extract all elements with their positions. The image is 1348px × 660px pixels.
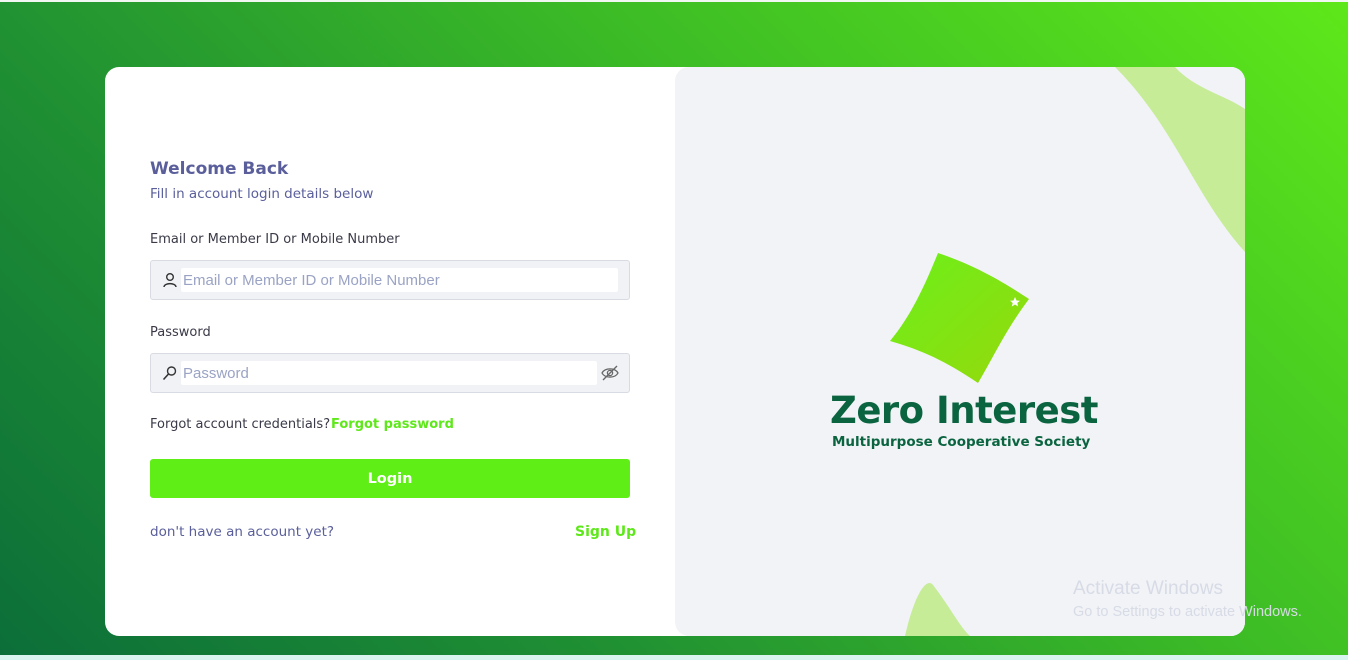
forgot-password-link[interactable]: Forgot password: [331, 417, 454, 432]
password-input[interactable]: [181, 361, 601, 385]
flag-logo-icon: [890, 253, 1029, 383]
key-icon: [162, 366, 177, 381]
top-border: [0, 0, 1348, 2]
email-field-wrapper: [150, 260, 630, 300]
eye-slash-icon[interactable]: [600, 364, 620, 382]
brand-tagline: Multipurpose Cooperative Society: [832, 434, 1091, 450]
brand-panel: Zero Interest Multipurpose Cooperative S…: [675, 67, 1245, 636]
watermark-subtitle: Go to Settings to activate Windows.: [1073, 604, 1302, 620]
sign-up-link[interactable]: Sign Up: [575, 524, 636, 540]
page-title: Welcome Back: [150, 159, 289, 179]
watermark-title: Activate Windows: [1073, 578, 1223, 599]
login-form-panel: Welcome Back Fill in account login detai…: [105, 67, 675, 636]
user-icon: [163, 273, 177, 288]
email-input-box: [181, 268, 622, 292]
no-account-text: don't have an account yet?: [150, 524, 335, 540]
password-field-wrapper: [150, 353, 630, 393]
login-card: Welcome Back Fill in account login detai…: [105, 67, 1245, 636]
email-label: Email or Member ID or Mobile Number: [150, 232, 400, 247]
email-input[interactable]: [181, 268, 622, 292]
page-subtitle: Fill in account login details below: [150, 186, 374, 202]
password-input-box: [181, 361, 601, 385]
windows-activation-watermark: Activate Windows Go to Settings to activ…: [1073, 578, 1302, 620]
forgot-credentials-text: Forgot account credentials?: [150, 417, 331, 432]
bottom-strip: [0, 655, 1348, 660]
password-label: Password: [150, 325, 211, 340]
brand-name: Zero Interest: [830, 389, 1098, 432]
login-button[interactable]: Login: [150, 459, 630, 498]
